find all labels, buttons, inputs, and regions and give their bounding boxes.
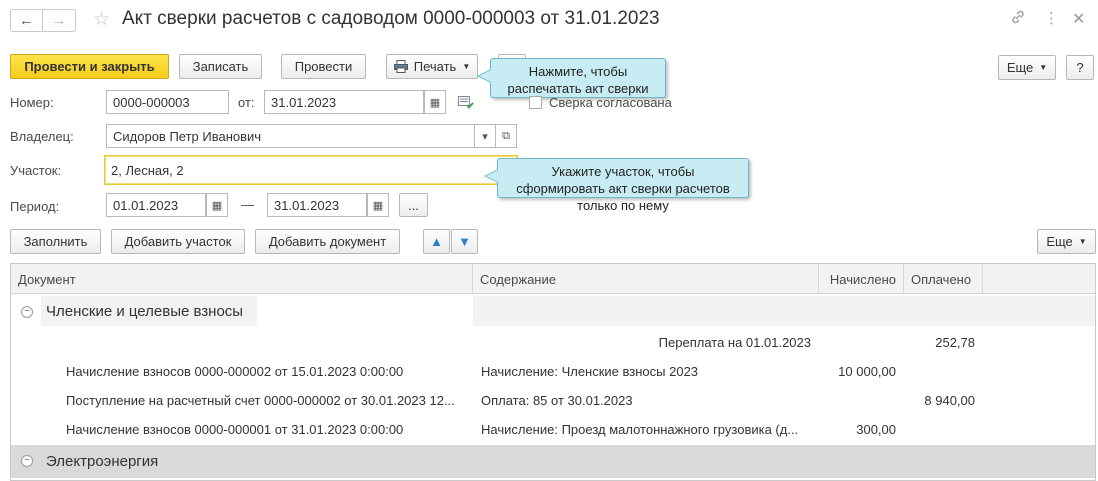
cell-charged: 300,00	[856, 422, 896, 437]
period-dash: —	[241, 197, 254, 212]
cell-charged	[819, 386, 904, 415]
cell-document: Начисление взносов 0000-000001 от 31.01.…	[66, 422, 404, 437]
calendar-icon[interactable]: ▦	[367, 193, 389, 217]
group-fill	[473, 296, 819, 326]
date-field[interactable]: 31.01.2023	[264, 90, 424, 114]
table-row[interactable]: Поступление на расчетный счет 0000-00000…	[11, 386, 1095, 415]
window-title: Акт сверки расчетов с садоводом 0000-000…	[122, 8, 660, 29]
caret-down-icon: ▼	[462, 62, 471, 71]
save-button[interactable]: Записать	[179, 54, 262, 79]
group-fill	[983, 296, 1095, 326]
agreed-label: Сверка согласована	[549, 95, 672, 110]
arrow-up-icon: ▲	[430, 234, 443, 249]
collapse-icon[interactable]: −	[21, 455, 33, 467]
cell-content: Начисление: Проезд малотоннажного грузов…	[481, 422, 799, 437]
back-button[interactable]: ←	[10, 9, 43, 32]
column-charged[interactable]: Начислено	[819, 264, 904, 294]
open-owner-icon[interactable]: ⧉	[495, 124, 517, 148]
calendar-icon[interactable]: ▦	[206, 193, 228, 217]
overpay-paid: 252,78	[935, 335, 975, 350]
cell-document: Начисление взносов 0000-000002 от 15.01.…	[66, 364, 404, 379]
table-row[interactable]: Начисление взносов 0000-000001 от 31.01.…	[11, 415, 1095, 444]
overpay-row[interactable]: Переплата на 01.01.2023 252,78	[11, 328, 1095, 357]
table-more-button[interactable]: Еще ▼	[1037, 229, 1096, 254]
plot-field[interactable]: 2, Лесная, 2	[104, 155, 518, 185]
table-header: Документ Содержание Начислено Оплачено	[11, 264, 1095, 294]
more-button[interactable]: Еще ▼	[998, 55, 1056, 80]
more-vertical-icon[interactable]: ⋮	[1044, 9, 1059, 27]
reconciliation-table[interactable]: Документ Содержание Начислено Оплачено −…	[10, 263, 1096, 481]
owner-field[interactable]: Сидоров Петр Иванович	[106, 124, 475, 148]
group-row[interactable]: − Электроэнергия	[11, 445, 1095, 478]
close-icon[interactable]: ✕	[1072, 9, 1085, 29]
add-plot-button[interactable]: Добавить участок	[111, 229, 245, 254]
period-from-field[interactable]: 01.01.2023	[106, 193, 206, 217]
period-select-button[interactable]: ...	[399, 193, 428, 217]
plot-label: Участок:	[10, 163, 62, 178]
link-icon[interactable]	[1010, 9, 1026, 30]
group-name: Электроэнергия	[46, 453, 159, 470]
period-label: Период:	[10, 199, 60, 214]
caret-down-icon: ▼	[1078, 237, 1087, 246]
calendar-icon[interactable]: ▦	[424, 90, 446, 114]
table-row[interactable]: Начисление взносов 0000-000002 от 15.01.…	[11, 357, 1095, 386]
cell-document: Поступление на расчетный счет 0000-00000…	[66, 393, 455, 408]
collapse-icon[interactable]: −	[21, 306, 33, 318]
number-label: Номер:	[10, 95, 54, 110]
owner-dropdown-icon[interactable]: ▾	[474, 124, 496, 148]
cell-content: Оплата: 85 от 30.01.2023	[481, 393, 633, 408]
document-check-icon[interactable]	[458, 95, 474, 112]
owner-label: Владелец:	[10, 129, 74, 144]
column-paid[interactable]: Оплачено	[904, 264, 983, 294]
table-more-label: Еще	[1046, 234, 1073, 249]
agreed-checkbox[interactable]	[529, 96, 542, 109]
column-content[interactable]: Содержание	[473, 264, 819, 294]
arrow-down-icon: ▼	[458, 234, 471, 249]
caret-down-icon: ▼	[1039, 63, 1048, 72]
overpay-label: Переплата на 01.01.2023	[658, 335, 811, 350]
help-button[interactable]: ?	[1066, 55, 1094, 80]
print-button[interactable]: Печать ▼	[386, 54, 478, 79]
favorite-star-icon[interactable]: ☆	[93, 8, 110, 31]
post-and-close-button[interactable]: Провести и закрыть	[10, 54, 169, 79]
post-button[interactable]: Провести	[281, 54, 366, 79]
number-field[interactable]: 0000-000003	[106, 90, 229, 114]
cell-paid	[904, 357, 983, 386]
arrow-left-icon: ←	[19, 12, 34, 29]
move-up-button[interactable]: ▲	[423, 229, 450, 254]
cell-paid	[904, 415, 983, 444]
arrow-right-icon: →	[51, 12, 67, 29]
cell-charged: 10 000,00	[838, 364, 896, 379]
group-row[interactable]: − Членские и целевые взносы	[11, 296, 1095, 328]
move-down-button[interactable]: ▼	[451, 229, 478, 254]
group-fill	[819, 296, 904, 326]
group-name: Членские и целевые взносы	[41, 296, 257, 326]
more-label: Еще	[1006, 60, 1034, 75]
column-document[interactable]: Документ	[11, 264, 473, 294]
printer-icon	[393, 60, 408, 73]
cell-content: Начисление: Членские взносы 2023	[481, 364, 699, 379]
plot-tooltip: Укажите участок, чтобы сформировать акт …	[484, 158, 749, 213]
print-tooltip: Нажмите, чтобы распечатать акт сверки	[477, 58, 666, 98]
date-label: от:	[238, 95, 255, 110]
group-fill	[904, 296, 983, 326]
cell-paid: 8 940,00	[924, 393, 975, 408]
forward-button[interactable]: →	[43, 9, 76, 32]
fill-button[interactable]: Заполнить	[10, 229, 101, 254]
print-label: Печать	[413, 59, 457, 74]
add-document-button[interactable]: Добавить документ	[255, 229, 400, 254]
period-to-field[interactable]: 31.01.2023	[267, 193, 367, 217]
